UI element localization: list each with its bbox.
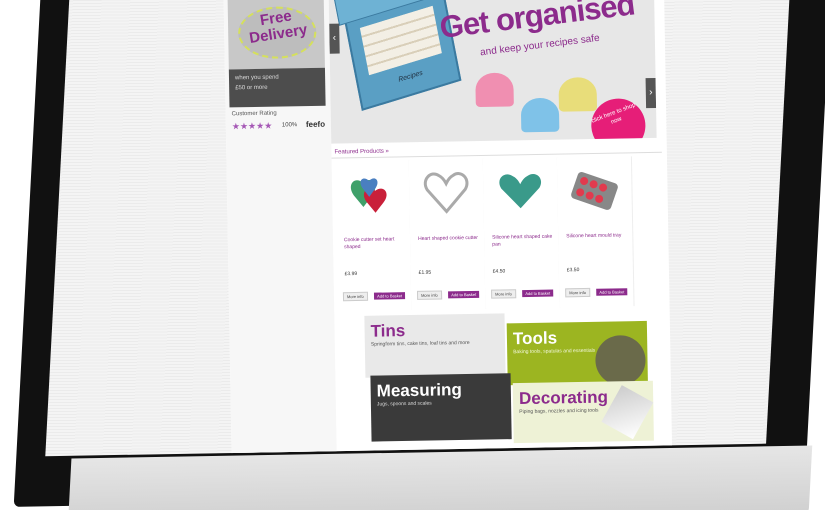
left-column: Free Delivery when you spend £50 or more…: [223, 0, 337, 457]
feefo-logo[interactable]: feefo: [306, 120, 325, 129]
featured-products-heading[interactable]: Featured Products »: [334, 149, 389, 156]
product-price: £3.99: [344, 271, 358, 278]
banner-headline: Get organised: [437, 0, 637, 45]
category-title: Measuring: [376, 380, 462, 401]
cupcake-yellow-image: [558, 77, 598, 112]
product-price: £4.50: [492, 268, 506, 275]
add-to-basket-button[interactable]: Add to Basket: [522, 289, 554, 298]
pan-image: [595, 334, 646, 386]
category-desc: Jugs, spoons and scales: [376, 400, 432, 408]
recipe-cards: [359, 5, 442, 76]
category-decorating[interactable]: Decorating Piping bags, nozzles and icin…: [512, 380, 654, 444]
category-title: Decorating: [518, 387, 609, 409]
heart-mould-tray-image: [571, 171, 618, 210]
category-title: Tools: [512, 328, 558, 349]
monitor-screen: Free Delivery when you spend £50 or more…: [45, 0, 791, 457]
category-title: Tins: [370, 321, 406, 341]
product-actions: More info Add to Basket: [342, 284, 409, 302]
more-info-button[interactable]: More info: [491, 289, 516, 299]
banner-next-arrow-icon[interactable]: ›: [645, 78, 657, 109]
more-info-button[interactable]: More info: [565, 287, 591, 298]
category-tins[interactable]: Tins Springform tins, cake tins, loaf ti…: [364, 313, 506, 378]
delivery-terms: when you spend £50 or more: [228, 67, 326, 108]
product-name[interactable]: Silicone heart shaped cake pan: [492, 234, 554, 249]
cupcake-pink-image: [475, 72, 514, 108]
piping-nozzle-image: [601, 385, 654, 440]
more-info-button[interactable]: More info: [342, 291, 368, 302]
hero-banner[interactable]: Recipes Get organised and keep your reci…: [328, 0, 657, 144]
category-desc: Springform tins, cake tins, loaf tins an…: [370, 339, 470, 348]
more-info-button[interactable]: More info: [416, 290, 442, 300]
banner-prev-arrow-icon[interactable]: ‹: [329, 23, 340, 54]
heart-cutter-image: [423, 172, 469, 214]
product-actions: More info Add to Basket: [565, 280, 631, 298]
product-actions: More info Add to Basket: [416, 283, 483, 300]
product-price: £3.50: [566, 267, 580, 274]
product-name[interactable]: Cookie cutter set heart shaped: [344, 236, 406, 251]
promo-line-2: £50 or more: [235, 84, 268, 92]
add-to-basket-button[interactable]: Add to Basket: [448, 290, 480, 299]
promo-line-1: when you spend: [234, 74, 279, 82]
product-actions: More info Add to Basket: [491, 282, 557, 299]
product-name[interactable]: Heart shaped cookie cutter: [418, 235, 480, 243]
add-to-basket-button[interactable]: Add to Basket: [596, 288, 628, 296]
add-to-basket-button[interactable]: Add to Basket: [374, 292, 406, 300]
product-card[interactable]: Heart shaped cookie cutter £1.95 More in…: [408, 158, 487, 311]
free-delivery-promo[interactable]: Free Delivery: [227, 0, 325, 70]
monitor-mockup: Free Delivery when you spend £50 or more…: [0, 0, 825, 510]
cookie-cutter-set-image: [351, 178, 387, 213]
product-card[interactable]: Silicone heart mould tray £3.50 More inf…: [556, 156, 635, 308]
product-price: £1.95: [418, 269, 432, 276]
rating-label: Customer Rating: [231, 110, 277, 118]
product-card[interactable]: Cookie cutter set heart shaped £3.99 Mor…: [334, 160, 413, 312]
rating-percent: 100%: [281, 122, 298, 129]
product-name[interactable]: Silicone heart mould tray: [566, 232, 628, 240]
rating-stars-icon: ★★★★★: [231, 120, 273, 132]
product-card[interactable]: Silicone heart shaped cake pan £4.50 Mor…: [482, 157, 561, 309]
heart-pan-image: [499, 173, 542, 209]
webpage: Free Delivery when you spend £50 or more…: [223, 0, 673, 457]
category-measuring[interactable]: Measuring Jugs, spoons and scales: [370, 373, 512, 442]
recipe-box-label: Recipes: [397, 69, 424, 84]
category-tools[interactable]: Tools Baking tools, spatulas and essenti…: [506, 320, 648, 386]
cupcake-blue-image: [520, 97, 560, 133]
